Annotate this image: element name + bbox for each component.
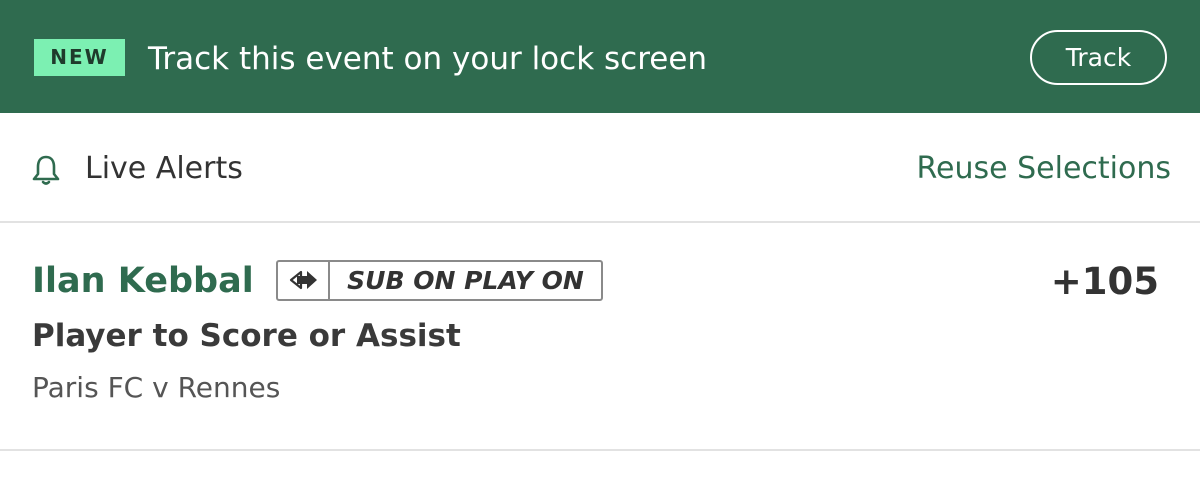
bet-selection: Ilan Kebbal SUB ON PLAY ON +105 Player t… [0, 225, 1200, 451]
sub-on-arrow-icon [278, 262, 330, 299]
live-alerts-row: Live Alerts Reuse Selections [0, 113, 1200, 223]
sub-on-play-on-label: SUB ON PLAY ON [347, 266, 584, 295]
reuse-selections-link[interactable]: Reuse Selections [917, 151, 1171, 187]
player-name: Ilan Kebbal [32, 261, 254, 301]
sub-on-play-on-badge: SUB ON PLAY ON [276, 260, 603, 301]
live-alerts-label[interactable]: Live Alerts [85, 151, 243, 187]
event-name: Paris FC v Rennes [32, 371, 281, 404]
track-banner: NEW Track this event on your lock screen… [0, 0, 1200, 113]
bell-icon[interactable] [28, 152, 64, 188]
banner-message: Track this event on your lock screen [148, 41, 708, 77]
new-badge: NEW [34, 39, 125, 76]
track-button[interactable]: Track [1030, 30, 1167, 85]
market-name: Player to Score or Assist [32, 318, 461, 354]
odds-value: +105 [1050, 260, 1159, 303]
